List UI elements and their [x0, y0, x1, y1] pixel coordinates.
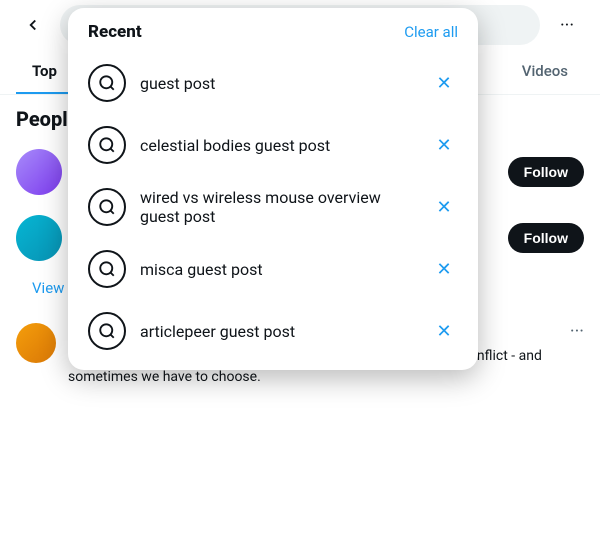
follow-button-2[interactable]: Follow — [508, 223, 584, 253]
remove-search-5[interactable]: ✕ — [430, 317, 458, 345]
recent-search-item-5[interactable]: articlepeer guest post ✕ — [68, 300, 478, 362]
dropdown-title: Recent — [88, 22, 142, 42]
avatar-1 — [16, 149, 62, 195]
dropdown-header: Recent Clear all — [68, 8, 478, 52]
recent-search-item-3[interactable]: wired vs wireless mouse overview guest p… — [68, 176, 478, 238]
remove-search-1[interactable]: ✕ — [430, 69, 458, 97]
recent-search-item-2[interactable]: celestial bodies guest post ✕ — [68, 114, 478, 176]
recent-search-text-1: guest post — [140, 74, 416, 93]
recent-search-item-4[interactable]: misca guest post ✕ — [68, 238, 478, 300]
more-button[interactable]: ··· — [550, 8, 584, 42]
tweet-avatar — [16, 323, 56, 363]
recent-search-text-4: misca guest post — [140, 260, 416, 279]
recent-search-item-1[interactable]: guest post ✕ — [68, 52, 478, 114]
avatar-2 — [16, 215, 62, 261]
search-icon-1 — [88, 64, 126, 102]
search-icon-5 — [88, 312, 126, 350]
back-button[interactable] — [16, 8, 50, 42]
recent-searches-dropdown: Recent Clear all guest post ✕ celestial … — [68, 8, 478, 370]
follow-button-1[interactable]: Follow — [508, 157, 584, 187]
search-icon-4 — [88, 250, 126, 288]
recent-search-text-3: wired vs wireless mouse overview guest p… — [140, 188, 416, 226]
remove-search-3[interactable]: ✕ — [430, 193, 458, 221]
recent-search-text-2: celestial bodies guest post — [140, 136, 416, 155]
search-icon-3 — [88, 188, 126, 226]
search-icon-2 — [88, 126, 126, 164]
clear-all-button[interactable]: Clear all — [404, 23, 458, 41]
remove-search-4[interactable]: ✕ — [430, 255, 458, 283]
recent-search-text-5: articlepeer guest post — [140, 322, 416, 341]
remove-search-2[interactable]: ✕ — [430, 131, 458, 159]
tab-top[interactable]: Top — [16, 50, 73, 94]
